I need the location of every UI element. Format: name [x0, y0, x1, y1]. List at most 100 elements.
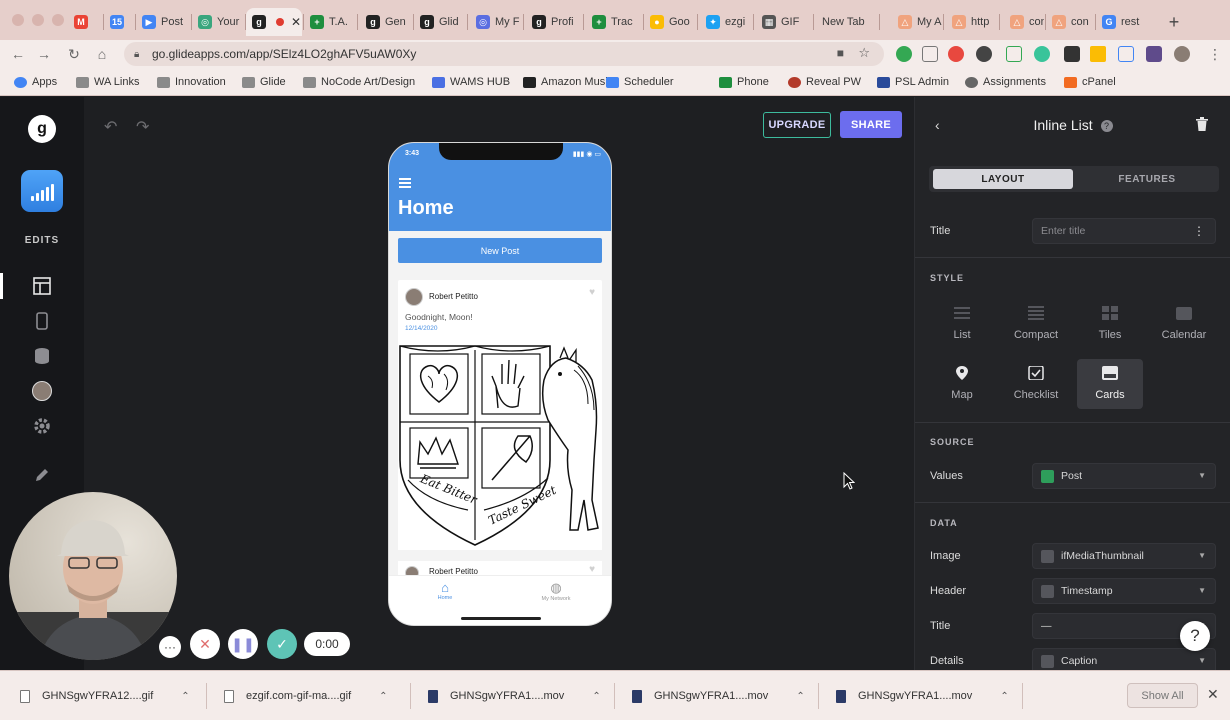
browser-tab[interactable]: New Tab — [816, 8, 878, 36]
chevron-up-icon[interactable]: ⌃ — [181, 691, 189, 702]
browser-tab[interactable]: ● Goo — [644, 8, 696, 36]
more-options-icon[interactable]: ⋮ — [1193, 224, 1205, 238]
user-avatar[interactable] — [32, 381, 52, 401]
browser-tab[interactable]: △ con — [1046, 8, 1094, 36]
more-options-button[interactable]: ··· — [159, 636, 181, 658]
phone-icon[interactable] — [32, 311, 52, 331]
profile-avatar[interactable] — [1174, 46, 1190, 62]
puzzle-icon[interactable] — [1146, 46, 1162, 62]
bookmark-reveal-pw[interactable]: Reveal PW — [788, 74, 861, 90]
download-item[interactable]: ezgif.com-gif-ma....gif ⌃ — [224, 686, 388, 706]
style-option-cards[interactable]: Cards — [1077, 359, 1143, 409]
browser-tab[interactable]: ▶ Post — [136, 8, 190, 36]
chrome-menu-icon[interactable]: ⋮ — [1205, 44, 1225, 64]
extension-icon[interactable] — [896, 46, 912, 62]
browser-tab[interactable]: + Trac — [586, 8, 642, 36]
extension-icon[interactable] — [922, 46, 938, 62]
extension-icon[interactable] — [1034, 46, 1050, 62]
close-tab-icon[interactable]: ✕ — [291, 15, 301, 29]
extension-icon[interactable] — [1090, 46, 1106, 62]
bookmark-psl-admin[interactable]: PSL Admin — [877, 74, 949, 90]
values-select[interactable]: Post ▼ — [1032, 463, 1216, 489]
new-post-button[interactable]: New Post — [398, 238, 602, 263]
browser-tab[interactable]: g ✕ — [246, 8, 302, 36]
bookmark-apps[interactable]: Apps — [14, 74, 57, 90]
help-icon[interactable]: ? — [1100, 120, 1113, 132]
post-card[interactable]: Robert Petitto ♥ Goodnight, Moon! 12/14/… — [398, 280, 602, 550]
camera-icon[interactable]: ■ — [837, 46, 844, 60]
browser-tab[interactable]: Grest — [1096, 8, 1152, 36]
forward-button[interactable]: → — [34, 44, 54, 64]
browser-tab[interactable]: M — [68, 8, 102, 36]
browser-tab[interactable]: △ http — [946, 8, 998, 36]
style-option-map[interactable]: Map — [929, 359, 995, 409]
extension-icon[interactable] — [1118, 46, 1134, 62]
database-icon[interactable] — [32, 346, 52, 366]
gear-icon[interactable] — [32, 416, 52, 436]
extension-icon[interactable] — [1006, 46, 1022, 62]
browser-tab[interactable]: g Gen — [360, 8, 412, 36]
chevron-up-icon[interactable]: ⌃ — [796, 691, 804, 702]
zoom-window-button[interactable] — [52, 14, 64, 26]
bookmark-wa-links[interactable]: WA Links — [76, 74, 139, 90]
browser-tab[interactable]: ▦ GIF — [756, 8, 812, 36]
layout-icon[interactable] — [32, 276, 52, 296]
browser-tab[interactable]: △ con — [1004, 8, 1044, 36]
style-option-tiles[interactable]: Tiles — [1077, 299, 1143, 349]
bookmark-phone[interactable]: Phone — [719, 74, 769, 90]
browser-tab[interactable]: ✦ ezgi — [700, 8, 752, 36]
style-option-checklist[interactable]: Checklist — [1003, 359, 1069, 409]
bookmark-star-icon[interactable]: ☆ — [858, 45, 870, 61]
glide-logo[interactable]: g — [28, 115, 56, 143]
pause-recording-button[interactable]: ❚❚ — [228, 629, 258, 659]
data-row-select[interactable]: ifMediaThumbnail ▼ — [1032, 543, 1216, 569]
browser-tab[interactable]: ◎ Your — [192, 8, 244, 36]
tab-features[interactable]: FEATURES — [1079, 169, 1215, 189]
style-option-compact[interactable]: Compact — [1003, 299, 1069, 349]
browser-tab[interactable]: △ My A — [892, 8, 942, 36]
app-icon[interactable] — [21, 170, 63, 212]
bookmark-glide[interactable]: Glide — [242, 74, 286, 90]
reload-button[interactable]: ↻ — [64, 44, 84, 64]
browser-tab[interactable]: ◎ My F — [470, 8, 522, 36]
close-icon[interactable]: ✕ — [1207, 686, 1219, 703]
data-row-select[interactable]: Timestamp ▼ — [1032, 578, 1216, 604]
download-item[interactable]: GHNSgwYFRA12....gif ⌃ — [20, 686, 190, 706]
new-tab-button[interactable]: + — [1164, 12, 1184, 32]
browser-tab[interactable]: 15 — [104, 8, 134, 36]
bookmark-amazon-music[interactable]: Amazon Music — [523, 74, 613, 90]
finish-recording-button[interactable]: ✓ — [267, 629, 297, 659]
bookmark-assignments[interactable]: Assignments — [965, 74, 1046, 90]
bookmark-innovation[interactable]: Innovation — [157, 74, 226, 90]
style-option-list[interactable]: List — [929, 299, 995, 349]
eyedropper-icon[interactable] — [1064, 46, 1080, 62]
style-option-calendar[interactable]: Calendar — [1151, 299, 1217, 349]
browser-tab[interactable]: g Glid — [414, 8, 466, 36]
trash-icon[interactable] — [1196, 117, 1208, 131]
dark-mode-icon[interactable] — [976, 46, 992, 62]
tab-layout[interactable]: LAYOUT — [933, 169, 1073, 189]
redo-icon[interactable]: ↷ — [136, 117, 149, 137]
bookmark-wams-hub[interactable]: WAMS HUB — [432, 74, 510, 90]
close-window-button[interactable] — [12, 14, 24, 26]
show-all-button[interactable]: Show All — [1127, 683, 1198, 708]
chevron-up-icon[interactable]: ⌃ — [1000, 691, 1008, 702]
home-button[interactable]: ⌂ — [92, 44, 112, 64]
chevron-up-icon[interactable]: ⌃ — [379, 691, 387, 702]
share-button[interactable]: SHARE — [840, 111, 902, 138]
download-item[interactable]: GHNSgwYFRA1....mov ⌃ — [632, 686, 805, 706]
extension-icon[interactable] — [948, 46, 964, 62]
heart-icon[interactable]: ♥ — [589, 287, 595, 298]
hamburger-menu-icon[interactable] — [399, 178, 411, 190]
tab-my-network[interactable]: ◍ My Network — [526, 580, 586, 602]
download-item[interactable]: GHNSgwYFRA1....mov ⌃ — [836, 686, 1009, 706]
chevron-up-icon[interactable]: ⌃ — [592, 691, 600, 702]
undo-icon[interactable]: ↶ — [104, 117, 117, 137]
browser-tab[interactable]: g Profi — [526, 8, 582, 36]
bookmark-scheduler[interactable]: Scheduler — [606, 74, 674, 90]
bookmark-cpanel[interactable]: cPanel — [1064, 74, 1116, 90]
browser-tab[interactable]: + T.A. — [304, 8, 356, 36]
heart-icon[interactable]: ♥ — [589, 564, 595, 575]
address-bar[interactable]: 🔒︎ go.glideapps.com/app/SElz4LO2ghAFV5uA… — [124, 42, 884, 66]
pencil-icon[interactable] — [32, 465, 52, 485]
